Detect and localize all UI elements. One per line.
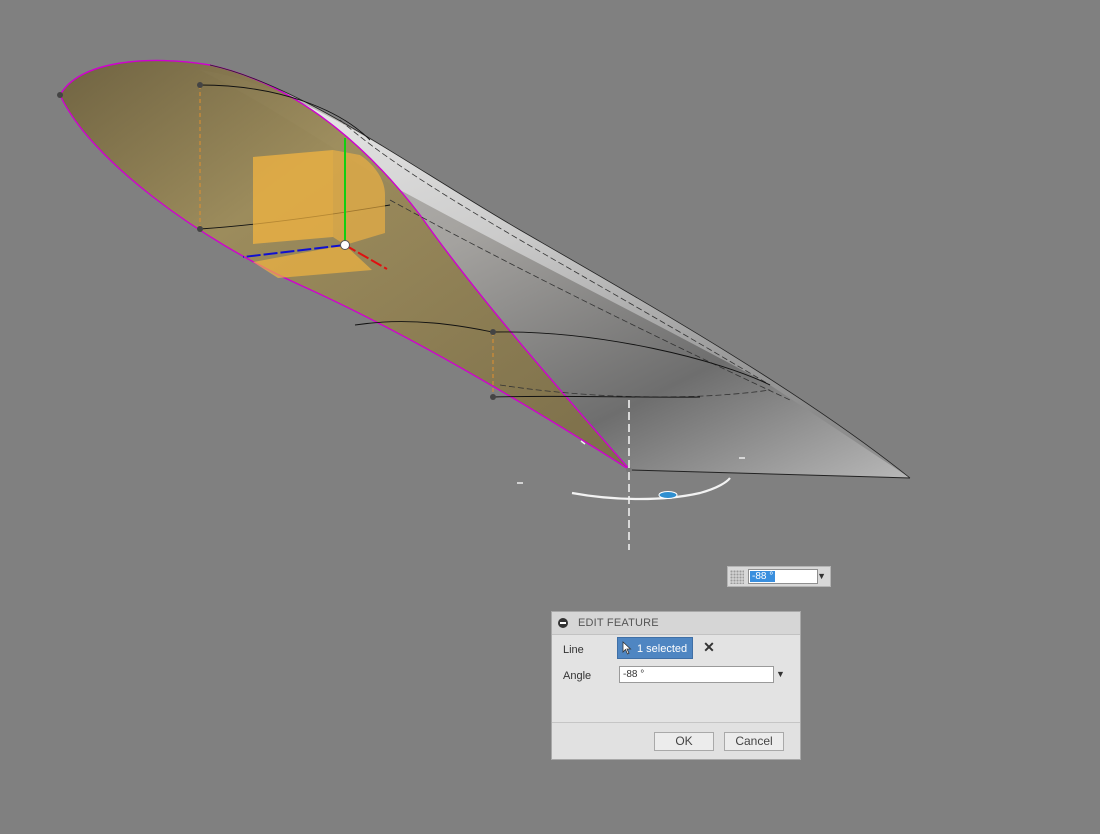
ok-button[interactable]: OK xyxy=(654,732,714,751)
dialog-footer: OK Cancel xyxy=(552,722,800,759)
line-label: Line xyxy=(563,644,584,656)
floating-angle-input[interactable]: -88 ° ▼ xyxy=(727,566,831,587)
edit-feature-dialog: EDIT FEATURE Line 1 selected ✕ Angle -88… xyxy=(551,611,801,760)
grip-handle-icon[interactable] xyxy=(730,570,744,584)
vertex-point[interactable] xyxy=(57,92,63,98)
floating-angle-value[interactable]: -88 ° xyxy=(750,571,776,582)
floating-angle-field[interactable]: -88 ° xyxy=(748,569,818,584)
collapse-icon[interactable] xyxy=(558,618,568,628)
vertex-point[interactable] xyxy=(197,226,203,232)
vertex-point[interactable] xyxy=(490,394,496,400)
angle-label: Angle xyxy=(563,670,592,682)
dialog-header: EDIT FEATURE xyxy=(552,612,800,635)
vertex-point[interactable] xyxy=(490,329,496,335)
rotation-handle[interactable] xyxy=(658,491,678,499)
rotation-arc[interactable] xyxy=(571,477,731,501)
origin-point[interactable] xyxy=(340,240,350,250)
pointer-cursor-icon xyxy=(622,641,632,658)
plane-box-back xyxy=(253,150,333,244)
clear-selection-icon[interactable]: ✕ xyxy=(702,640,716,654)
angle-dropdown-icon[interactable]: ▼ xyxy=(776,669,785,679)
line-selection-button[interactable]: 1 selected xyxy=(617,637,693,659)
line-selection-count: 1 selected xyxy=(637,643,688,655)
vertex-point[interactable] xyxy=(197,82,203,88)
dialog-title: EDIT FEATURE xyxy=(578,617,659,629)
3d-viewport[interactable] xyxy=(0,0,1100,834)
dropdown-arrow-icon[interactable]: ▼ xyxy=(817,571,826,581)
cancel-button[interactable]: Cancel xyxy=(724,732,784,751)
angle-input[interactable]: -88 ° xyxy=(619,666,774,683)
